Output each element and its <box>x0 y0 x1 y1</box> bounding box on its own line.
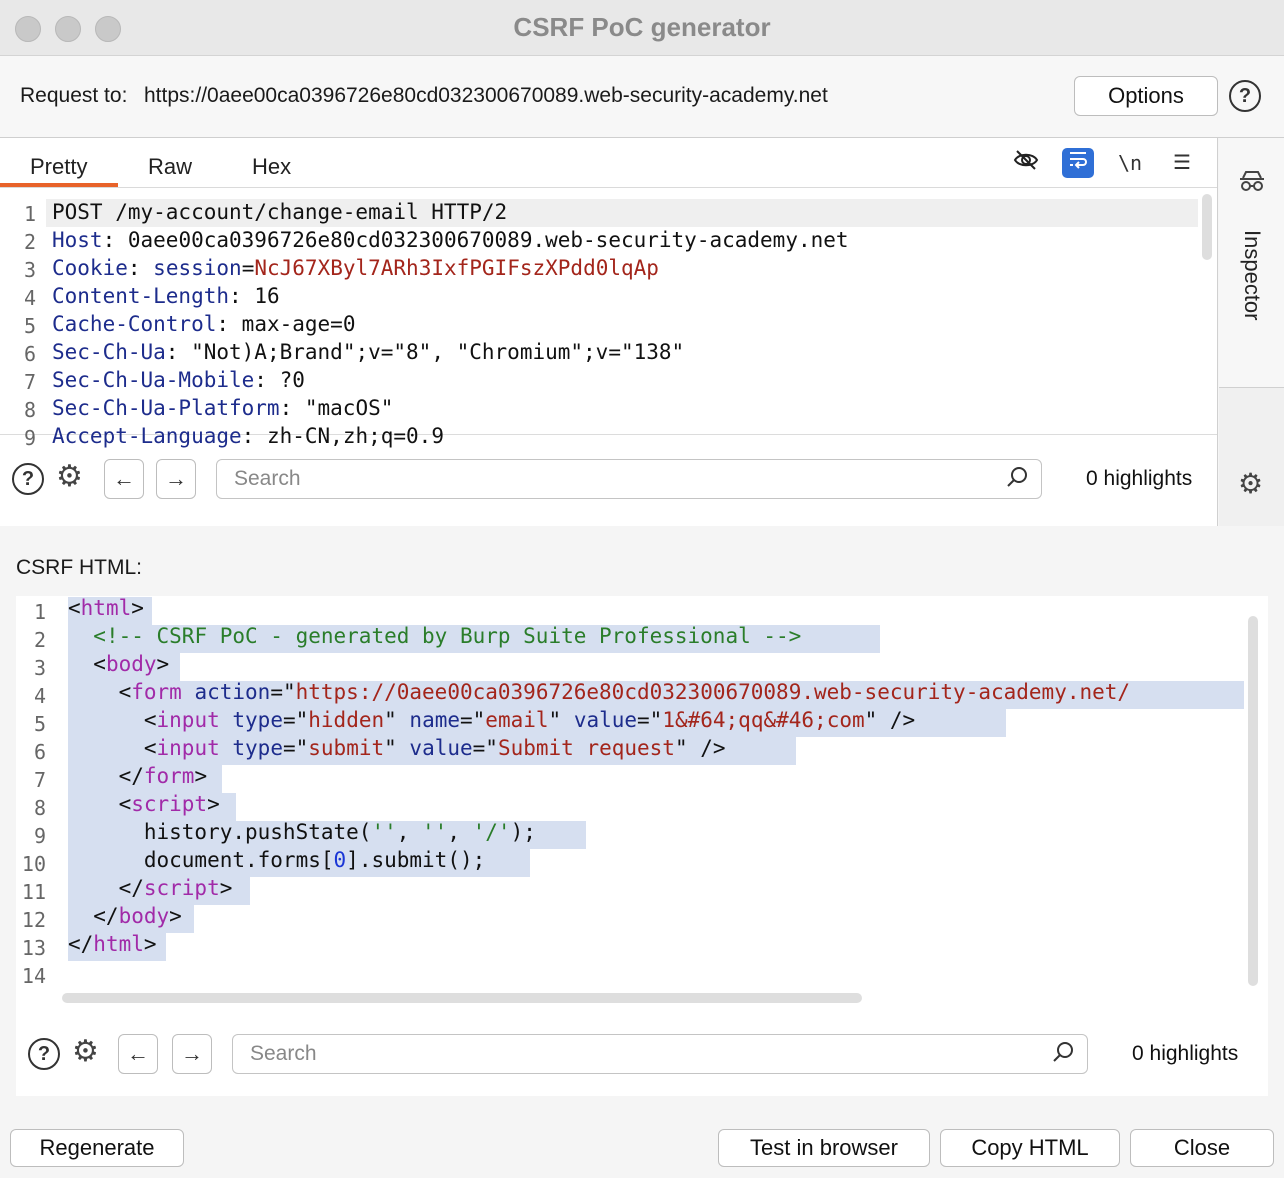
code-line: <html> <box>68 596 144 620</box>
help-icon[interactable]: ? <box>1229 80 1261 112</box>
gear-icon[interactable]: ⚙ <box>56 461 83 493</box>
line-number: 3 <box>23 258 36 282</box>
line-number: 2 <box>23 230 36 254</box>
code-line: </form> <box>68 764 208 788</box>
request-row: Request to: https://0aee00ca0396726e80cd… <box>0 56 1284 138</box>
line-number: 1 <box>33 600 46 624</box>
line-number: 2 <box>33 628 46 652</box>
title-bar: CSRF PoC generator <box>0 0 1284 56</box>
line-number: 6 <box>23 342 36 366</box>
csrf-vertical-scrollbar[interactable] <box>1248 616 1258 986</box>
line-number: 7 <box>33 768 46 792</box>
gear-icon[interactable]: ⚙ <box>72 1036 99 1068</box>
line-number: 10 <box>21 852 46 876</box>
request-url: https://0aee00ca0396726e80cd032300670089… <box>144 84 828 107</box>
window-title: CSRF PoC generator <box>513 12 771 42</box>
inspector-icon <box>1239 170 1265 198</box>
wrap-icon[interactable] <box>1062 148 1094 178</box>
code-line: <input type="hidden" name="email" value=… <box>68 708 916 732</box>
line-number: 5 <box>23 314 36 338</box>
newline-icon[interactable]: \n <box>1114 148 1146 178</box>
request-line: Sec-Ch-Ua: "Not)A;Brand";v="8", "Chromiu… <box>52 340 685 364</box>
code-line: </body> <box>68 904 182 928</box>
inspector-settings-icon[interactable]: ⚙ <box>1238 468 1263 500</box>
editor-tabs: Pretty Raw Hex \n ☰ <box>0 138 1217 188</box>
tab-pretty[interactable]: Pretty <box>30 154 87 180</box>
request-line: POST /my-account/change-email HTTP/2 <box>52 200 508 224</box>
request-label: Request to: <box>20 84 128 107</box>
code-line: <body> <box>68 652 170 676</box>
request-search-input[interactable]: Search <box>216 459 1042 499</box>
test-in-browser-button[interactable]: Test in browser <box>718 1129 930 1167</box>
next-arrow-icon[interactable]: → <box>156 459 196 499</box>
line-number: 11 <box>21 880 46 904</box>
previous-arrow-icon[interactable]: ← <box>118 1034 158 1074</box>
code-line: <!-- CSRF PoC - generated by Burp Suite … <box>93 624 802 648</box>
help-icon[interactable]: ? <box>28 1038 60 1070</box>
code-line: history.pushState('', '', '/'); <box>68 820 536 844</box>
request-line: Host: 0aee00ca0396726e80cd032300670089.w… <box>52 228 849 252</box>
line-number: 7 <box>23 370 36 394</box>
tab-hex[interactable]: Hex <box>252 154 291 180</box>
close-button[interactable]: Close <box>1130 1129 1274 1167</box>
copy-html-button[interactable]: Copy HTML <box>940 1129 1120 1167</box>
line-number: 9 <box>23 426 36 450</box>
code-line: </html> <box>68 932 157 956</box>
search-icon <box>1006 465 1030 495</box>
active-tab-indicator <box>0 183 118 187</box>
code-line: document.forms[0].submit(); <box>68 848 486 872</box>
hide-icon[interactable] <box>1010 148 1042 178</box>
request-line: Cache-Control: max-age=0 <box>52 312 356 336</box>
highlights-count: 0 highlights <box>1132 1042 1239 1065</box>
request-vertical-scrollbar[interactable] <box>1202 194 1212 260</box>
line-number: 12 <box>21 908 46 932</box>
csrf-search-bar: ? ⚙ ← → Search 0 highlights <box>16 1014 1268 1096</box>
request-line: Cookie: session=NcJ67XByl7ARh3IxfPGIFszX… <box>52 256 659 280</box>
divider <box>0 434 1217 435</box>
line-number: 13 <box>21 936 46 960</box>
csrf-html-editor: 1 2 3 4 5 6 7 8 9 10 11 12 13 14 <html> <!-- CSRF PoC… <box>16 596 1268 1096</box>
code-line: <form action="https://0aee00ca0396726e80… <box>68 680 1131 704</box>
inspector-panel: Inspector ⚙ <box>1219 138 1284 526</box>
line-number: 4 <box>23 286 36 310</box>
csrf-horizontal-scrollbar[interactable] <box>62 993 862 1003</box>
inspector-tab[interactable]: Inspector <box>1219 138 1284 388</box>
tab-raw[interactable]: Raw <box>148 154 192 180</box>
line-number: 5 <box>33 712 46 736</box>
code-line: </script> <box>68 876 233 900</box>
menu-icon[interactable]: ☰ <box>1166 148 1198 178</box>
request-line: Accept-Language: zh-CN,zh;q=0.9 <box>52 424 444 448</box>
line-number: 8 <box>33 796 46 820</box>
line-number: 9 <box>33 824 46 848</box>
help-icon[interactable]: ? <box>12 463 44 495</box>
code-line: <script> <box>68 792 220 816</box>
request-line: Sec-Ch-Ua-Platform: "macOS" <box>52 396 394 420</box>
highlights-count: 0 highlights <box>1086 467 1193 490</box>
line-number: 4 <box>33 684 46 708</box>
csrf-search-input[interactable]: Search <box>232 1034 1088 1074</box>
request-line: Sec-Ch-Ua-Mobile: ?0 <box>52 368 305 392</box>
previous-arrow-icon[interactable]: ← <box>104 459 144 499</box>
inspector-label: Inspector <box>1240 230 1265 321</box>
code-line: <input type="submit" value="Submit reque… <box>68 736 726 760</box>
line-number: 8 <box>23 398 36 422</box>
request-editor: Pretty Raw Hex \n ☰ ? ⚙ ← → Search 0 hig… <box>0 138 1218 526</box>
search-icon <box>1052 1040 1076 1070</box>
next-arrow-icon[interactable]: → <box>172 1034 212 1074</box>
csrf-poc-window: CSRF PoC generator Request to: https://0… <box>0 0 1284 1178</box>
options-button[interactable]: Options <box>1074 76 1218 116</box>
line-number: 3 <box>33 656 46 680</box>
line-number: 14 <box>21 964 46 988</box>
request-line: Content-Length: 16 <box>52 284 280 308</box>
line-number: 6 <box>33 740 46 764</box>
csrf-html-label: CSRF HTML: <box>16 556 142 579</box>
regenerate-button[interactable]: Regenerate <box>10 1129 184 1167</box>
line-number: 1 <box>23 202 36 226</box>
